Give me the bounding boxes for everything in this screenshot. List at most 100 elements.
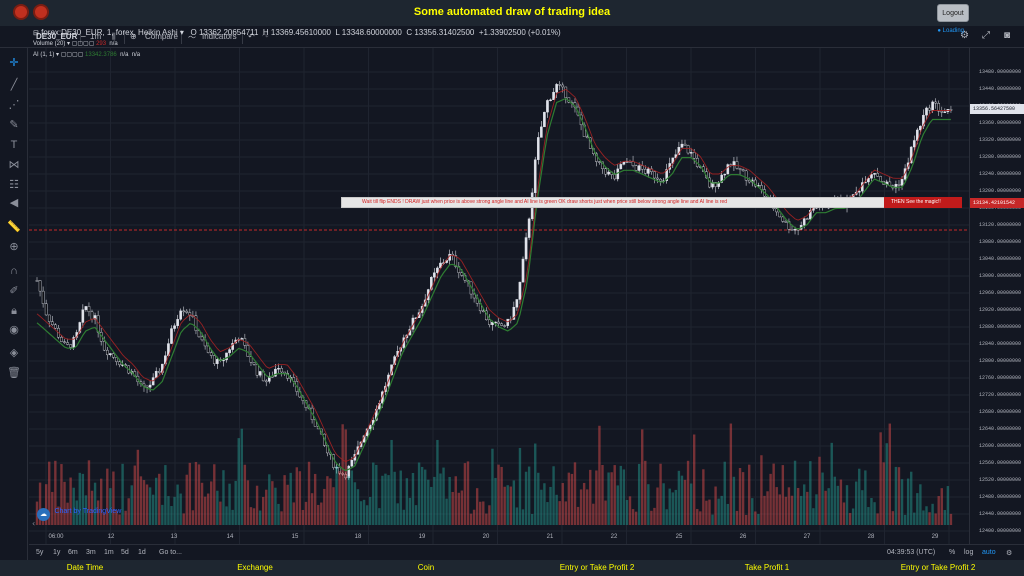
volume-bar	[329, 478, 332, 525]
volume-bar	[216, 490, 219, 525]
fib-icon[interactable]: ⋰	[7, 98, 21, 112]
volume-bar	[130, 485, 133, 525]
volume-bar	[121, 463, 124, 525]
candle-body	[515, 299, 519, 308]
volume-bar	[375, 464, 378, 525]
text-icon[interactable]: T	[7, 138, 21, 152]
candle-body	[561, 84, 565, 88]
candle-body	[564, 86, 568, 98]
range-5y[interactable]: 5y	[36, 549, 43, 556]
candle-body	[246, 345, 250, 357]
range-1d[interactable]: 1d	[138, 549, 146, 556]
drawing-magic-note[interactable]: THEN See the magic!!	[884, 197, 962, 208]
stay-drawing-icon[interactable]: ✐	[7, 284, 21, 298]
layers-icon[interactable]: ◈	[7, 346, 21, 360]
candle-body	[723, 173, 727, 176]
candle-body	[145, 385, 149, 388]
candle-body	[527, 218, 531, 238]
volume-bar	[723, 461, 726, 525]
range-1m[interactable]: 1m	[104, 549, 114, 556]
trash-icon[interactable]: 🗑︎	[7, 366, 21, 380]
candle-body	[870, 174, 873, 179]
volume-bar	[790, 495, 794, 525]
axis-settings-icon[interactable]: ⚙	[1006, 549, 1012, 557]
trendline-icon[interactable]: ╱	[7, 78, 21, 92]
ohlc-close: C 13356.31402500	[406, 28, 475, 37]
candle-body	[148, 384, 152, 388]
volume-bar	[124, 510, 127, 525]
goto-button[interactable]: Go to...	[159, 549, 182, 556]
candle-body	[500, 323, 503, 326]
series-title[interactable]: forex:DE30_EUR, 1, forex, Heikin Ashi	[41, 28, 178, 37]
volume-bar	[555, 494, 558, 525]
volume-bar	[246, 480, 250, 525]
drawing-text-note[interactable]: Wait till flip ENDS ! DRAW just when pri…	[341, 197, 885, 208]
chart-pane[interactable]: 06:00 12 13 14 15 18 19 20 21 22 25 26 27 28 29 ‹	[29, 48, 969, 545]
ruler-icon[interactable]: 📏	[7, 220, 21, 234]
pattern-icon[interactable]: ⋈	[7, 158, 21, 172]
volume-bar	[864, 470, 867, 525]
candle-body	[66, 342, 69, 345]
arrow-left-icon[interactable]: ◀	[7, 196, 21, 210]
fullscreen-icon[interactable]: ⤢	[982, 30, 990, 41]
volume-bar	[408, 497, 412, 525]
lock-icon[interactable]: 🔒︎	[7, 304, 21, 318]
logout-button[interactable]: Logout	[937, 4, 969, 22]
candle-body	[738, 168, 742, 170]
percent-toggle[interactable]: %	[949, 549, 955, 556]
candle-body	[433, 272, 436, 278]
candle-body	[631, 161, 635, 166]
volume-label[interactable]: Volume (20)	[33, 41, 65, 47]
brush-icon[interactable]: ✎	[7, 118, 21, 132]
volume-bar	[286, 484, 289, 525]
volume-bar	[833, 476, 836, 525]
candle-body	[54, 324, 57, 329]
volume-bar	[506, 485, 509, 525]
prediction-icon[interactable]: ☷	[7, 178, 21, 192]
candle-body	[35, 280, 39, 282]
candle-body	[805, 218, 809, 220]
volume-bar	[647, 484, 650, 525]
volume-bar	[261, 496, 265, 525]
tradingview-logo[interactable]: ☁ Chart by TradingView	[37, 503, 122, 521]
volume-bar	[277, 503, 280, 525]
volume-bar	[543, 483, 546, 525]
range-3m[interactable]: 3m	[86, 549, 96, 556]
candle-body	[744, 170, 748, 181]
time-tick: 29	[932, 534, 939, 540]
auto-toggle[interactable]: auto	[982, 549, 996, 556]
tradingview-logo-text: Chart by TradingView	[54, 508, 122, 515]
volume-bar	[589, 469, 592, 525]
candle-body	[255, 364, 259, 376]
volume-bar	[534, 443, 537, 525]
volume-bar	[399, 470, 402, 525]
crosshair-icon[interactable]: ✛	[7, 56, 21, 70]
range-6m[interactable]: 6m	[68, 549, 78, 556]
volume-bar	[222, 470, 225, 525]
candle-body	[200, 336, 204, 341]
range-5d[interactable]: 5d	[121, 549, 129, 556]
zoom-in-icon[interactable]: ⊕	[7, 240, 21, 254]
utc-clock[interactable]: 04:39:53 (UTC)	[887, 549, 935, 556]
time-tick: 13	[171, 534, 178, 540]
volume-bar	[436, 439, 439, 525]
volume-bar	[696, 508, 699, 525]
log-toggle[interactable]: log	[964, 549, 973, 556]
volume-bar	[741, 472, 745, 525]
volume-bar	[372, 462, 375, 525]
scroll-left-icon[interactable]: ‹	[32, 519, 35, 528]
volume-bar	[613, 465, 616, 525]
ai-label[interactable]: AI (1, 1)	[33, 52, 54, 58]
price-chart[interactable]: 06:00 12 13 14 15 18 19 20 21 22 25 26 27 28 29 ‹	[29, 48, 969, 545]
candle-body	[747, 180, 751, 183]
volume-bar	[359, 501, 363, 525]
price-tick: 12440.00000000	[978, 511, 1021, 517]
volume-bar	[81, 473, 85, 525]
range-1y[interactable]: 1y	[53, 549, 60, 556]
eye-icon[interactable]: ◉	[7, 323, 21, 337]
magnet-icon[interactable]: ∩	[7, 264, 21, 278]
collapse-icon[interactable]: ⊟	[33, 30, 39, 37]
price-axis[interactable]: 13480.0000000013440.0000000013400.000000…	[969, 48, 1024, 545]
volume-bar	[433, 476, 436, 525]
camera-icon[interactable]: ◙	[1004, 30, 1010, 41]
